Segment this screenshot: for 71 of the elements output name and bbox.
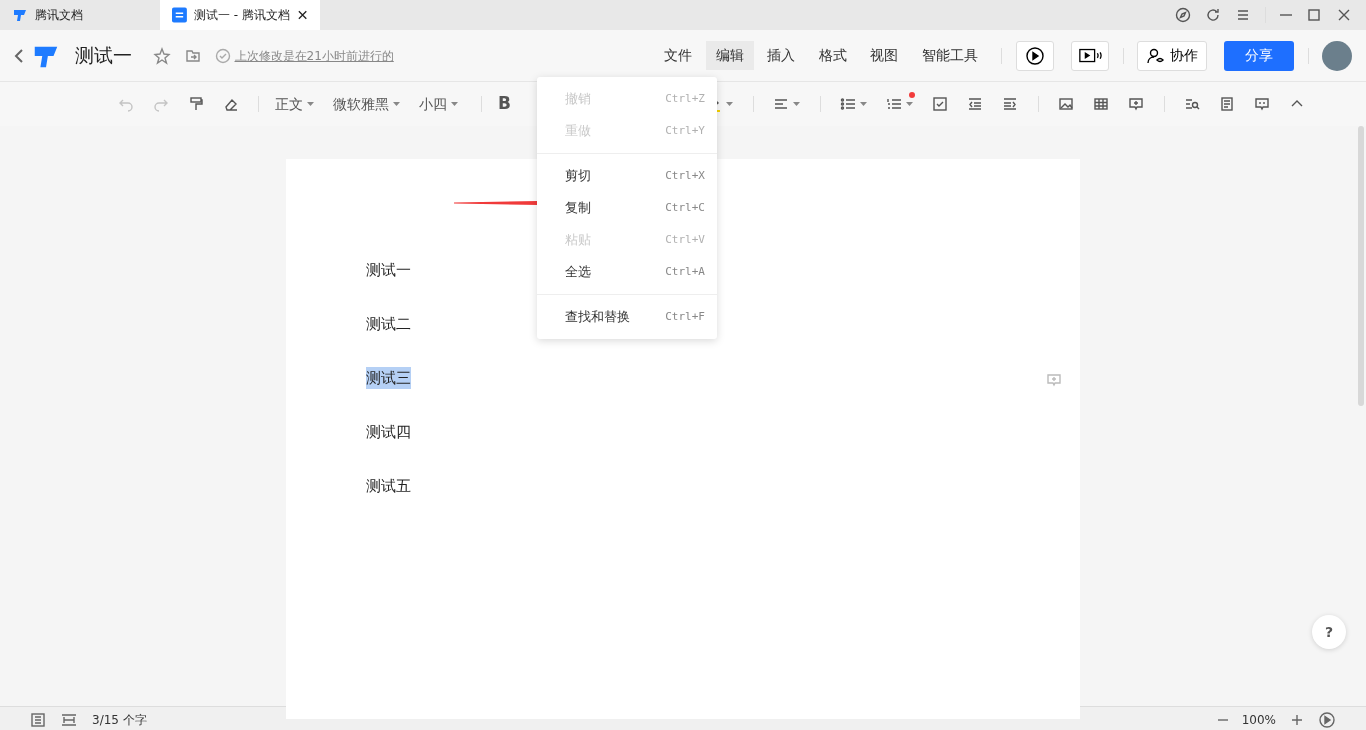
zoom-level: 100% bbox=[1241, 711, 1276, 729]
outdent-icon bbox=[967, 96, 984, 112]
toolbar-dropdown[interactable]: 小四 bbox=[413, 90, 464, 118]
menu-option[interactable]: 查找和替换 Ctrl+F bbox=[537, 301, 717, 333]
screen-cast-icon bbox=[1078, 46, 1102, 65]
align-icon bbox=[773, 96, 790, 112]
menu-item[interactable]: 编辑 bbox=[705, 41, 754, 70]
caret-icon bbox=[307, 102, 314, 106]
close-icon bbox=[296, 9, 308, 21]
add-comment-icon bbox=[1128, 96, 1145, 112]
refresh-icon bbox=[1205, 7, 1221, 23]
present-button[interactable] bbox=[1015, 40, 1054, 71]
menu-item[interactable]: 插入 bbox=[757, 41, 805, 70]
outline-icon bbox=[30, 711, 46, 728]
word-count: 3/15 个字 bbox=[92, 711, 147, 729]
paragraph: 测试五 bbox=[366, 476, 411, 497]
image-icon bbox=[1058, 96, 1075, 112]
paragraph: 测试三 bbox=[366, 367, 411, 389]
avatar[interactable] bbox=[1322, 40, 1352, 71]
collaborate-button[interactable]: 协作 bbox=[1137, 40, 1207, 71]
menu-item[interactable]: 智能工具 bbox=[911, 41, 988, 70]
user-icon bbox=[1146, 46, 1166, 65]
toolbar-dropdown[interactable]: 正文 bbox=[269, 90, 320, 118]
menu-item[interactable]: 文件 bbox=[654, 41, 702, 70]
caret-icon bbox=[393, 102, 400, 106]
menu-item[interactable]: 视图 bbox=[860, 41, 908, 70]
close-icon bbox=[1336, 7, 1352, 23]
bullet-list-icon bbox=[840, 96, 857, 112]
toolbar-dropdown[interactable]: 微软雅黑 bbox=[327, 90, 406, 118]
help-button[interactable]: ? bbox=[1312, 615, 1346, 649]
comment-icon bbox=[1254, 96, 1271, 112]
folder-icon bbox=[185, 48, 201, 64]
table-icon bbox=[1093, 96, 1110, 112]
numbered-list-icon bbox=[886, 96, 903, 112]
check-circle-icon bbox=[215, 47, 231, 64]
back-icon bbox=[14, 47, 24, 64]
caret-icon bbox=[451, 102, 458, 106]
scrollbar[interactable] bbox=[1358, 126, 1364, 406]
play-icon bbox=[1024, 45, 1045, 66]
play-icon bbox=[1318, 710, 1336, 729]
logo-icon bbox=[12, 7, 28, 23]
paragraph: 测试四 bbox=[366, 422, 411, 443]
document-icon bbox=[172, 7, 187, 23]
page-width-icon bbox=[60, 711, 78, 728]
window-tab[interactable]: 腾讯文档 bbox=[0, 0, 160, 30]
share-button[interactable]: 分享 bbox=[1224, 40, 1294, 71]
star-icon bbox=[153, 47, 171, 65]
eraser-icon bbox=[222, 96, 239, 112]
menu-option[interactable]: 全选 Ctrl+A bbox=[537, 256, 717, 288]
paragraph: 测试二 bbox=[366, 314, 411, 335]
zoom-in-icon bbox=[1290, 712, 1304, 727]
menu-item[interactable]: 格式 bbox=[808, 41, 857, 70]
menu-option[interactable]: 剪切 Ctrl+X bbox=[537, 160, 717, 192]
compass-icon bbox=[1175, 7, 1191, 23]
indent-icon bbox=[1002, 96, 1019, 112]
last-edit-link[interactable]: 上次修改是在21小时前进行的 bbox=[234, 46, 394, 65]
find-icon bbox=[1184, 96, 1201, 112]
minimize-icon bbox=[1280, 14, 1292, 16]
add-comment-icon bbox=[1046, 372, 1062, 388]
maximize-icon bbox=[1306, 7, 1322, 23]
document-title: 测试一 bbox=[75, 43, 132, 69]
paint-roller-icon bbox=[187, 96, 204, 112]
checkbox-icon bbox=[932, 96, 949, 112]
menu-option[interactable]: 复制 Ctrl+C bbox=[537, 192, 717, 224]
menu-icon bbox=[1235, 7, 1251, 23]
zoom-out-icon bbox=[1217, 718, 1228, 721]
window-tab[interactable]: 测试一 - 腾讯文档 bbox=[160, 0, 320, 30]
screen-cast-button[interactable] bbox=[1071, 40, 1109, 71]
bold-button[interactable]: B bbox=[492, 90, 517, 118]
paragraph: 测试一 bbox=[366, 260, 411, 281]
document-icon bbox=[1219, 96, 1236, 112]
